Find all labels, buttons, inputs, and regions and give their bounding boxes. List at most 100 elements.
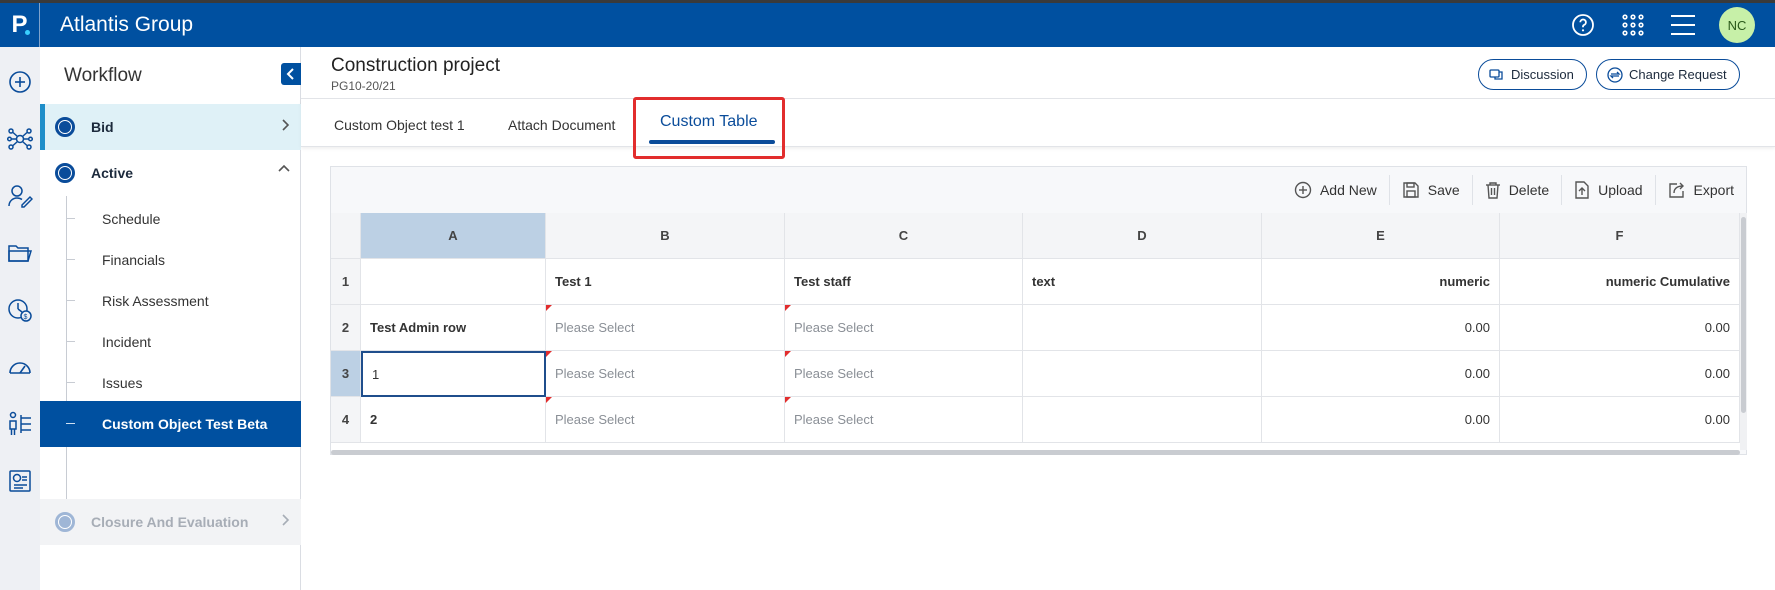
sidebar-item-schedule[interactable]: Schedule (40, 196, 301, 242)
stage-label: Closure And Evaluation (91, 514, 249, 530)
network-icon[interactable] (6, 126, 34, 152)
column-header-b[interactable]: B (546, 213, 785, 259)
export-button[interactable]: Export (1654, 175, 1746, 205)
stage-bid[interactable]: Bid (40, 104, 301, 150)
stage-status-icon (55, 117, 75, 137)
column-header-c[interactable]: C (785, 213, 1023, 259)
page-header: Construction project PG10-20/21 Discussi… (301, 47, 1775, 99)
table-cell[interactable]: 0.00 (1500, 397, 1740, 443)
sidebar-item-risk-assessment[interactable]: Risk Assessment (40, 278, 301, 324)
select-cell[interactable]: Please Select (546, 351, 785, 397)
folder-icon[interactable] (7, 240, 33, 266)
chevron-right-icon (282, 119, 290, 131)
select-cell[interactable]: Please Select (546, 397, 785, 443)
sidebar-item-label: Custom Object Test Beta (102, 416, 268, 432)
add-new-button[interactable]: Add New (1282, 175, 1389, 205)
upload-button[interactable]: Upload (1561, 175, 1654, 205)
logo-letter: P (11, 11, 28, 38)
upload-label: Upload (1598, 182, 1643, 198)
save-button[interactable]: Save (1388, 175, 1472, 205)
table-cell[interactable]: Test Admin row (361, 305, 546, 351)
icon-rail: $ (0, 47, 40, 590)
swap-icon (1607, 66, 1623, 83)
table-toolbar: Add New Save Delete Upload Export (331, 167, 1746, 213)
user-edit-icon[interactable] (7, 183, 34, 209)
sidebar-item-label: Schedule (102, 211, 161, 227)
avatar[interactable]: NC (1719, 7, 1755, 43)
table-cell[interactable]: 0.00 (1262, 305, 1500, 351)
table-cell[interactable]: 0.00 (1262, 397, 1500, 443)
workflow-title: Workflow (64, 65, 142, 86)
sidebar-item-label: Issues (102, 375, 143, 391)
menu-icon[interactable] (1669, 11, 1697, 39)
stage-label: Bid (91, 119, 114, 135)
column-header-f[interactable]: F (1500, 213, 1740, 259)
select-cell[interactable]: Please Select (546, 305, 785, 351)
table-cell[interactable]: 0.00 (1500, 305, 1740, 351)
finance-icon[interactable]: $ (7, 297, 33, 323)
row-header-3[interactable]: 3 (331, 351, 361, 397)
sidebar-item-issues[interactable]: Issues (40, 360, 301, 406)
app-title: Atlantis Group (60, 13, 194, 36)
horizontal-scrollbar[interactable] (331, 450, 1740, 455)
row-header-1[interactable]: 1 (331, 259, 361, 305)
table-cell[interactable] (361, 259, 546, 305)
page-title: Construction project (331, 55, 500, 76)
sidebar-item-incident[interactable]: Incident (40, 319, 301, 365)
speedometer-icon[interactable] (7, 354, 33, 380)
select-cell[interactable]: Please Select (785, 305, 1023, 351)
app-logo[interactable]: P (0, 3, 40, 47)
table-cell[interactable]: 0.00 (1262, 351, 1500, 397)
report-icon[interactable] (7, 468, 33, 494)
tab-attach-document[interactable]: Attach Document (508, 117, 615, 133)
help-icon[interactable] (1569, 11, 1597, 39)
stage-closure-and-evaluation[interactable]: Closure And Evaluation (40, 499, 301, 545)
table-cell[interactable] (1023, 397, 1262, 443)
delete-label: Delete (1508, 182, 1550, 198)
table-cell[interactable]: text (1023, 259, 1262, 305)
collapse-panel-button[interactable] (281, 63, 301, 85)
corner-cell[interactable] (331, 213, 361, 259)
stage-active[interactable]: Active (40, 150, 301, 196)
table-cell[interactable]: numeric Cumulative (1500, 259, 1740, 305)
highlight-box (633, 97, 785, 159)
sidebar-item-custom-object-test-beta[interactable]: Custom Object Test Beta (40, 401, 301, 447)
change-request-label: Change Request (1629, 67, 1727, 82)
scrollbar-thumb[interactable] (1741, 217, 1746, 413)
spreadsheet: A B C D E F 1 Test 1 Test staff text num… (331, 213, 1740, 450)
chat-icon (1489, 68, 1503, 80)
delete-button[interactable]: Delete (1471, 175, 1561, 205)
discussion-button[interactable]: Discussion (1478, 59, 1587, 90)
active-table-cell[interactable]: 1 (361, 351, 546, 397)
export-icon (1668, 182, 1684, 198)
add-circle-icon (1294, 181, 1312, 199)
table-cell[interactable]: 2 (361, 397, 546, 443)
table-cell[interactable] (1023, 351, 1262, 397)
chevron-left-icon (286, 68, 294, 80)
column-header-a[interactable]: A (361, 213, 546, 259)
row-header-4[interactable]: 4 (331, 397, 361, 443)
column-header-e[interactable]: E (1262, 213, 1500, 259)
export-label: Export (1693, 182, 1734, 198)
table-cell[interactable]: 0.00 (1500, 351, 1740, 397)
table-cell[interactable]: numeric (1262, 259, 1500, 305)
table-cell[interactable]: Test 1 (546, 259, 785, 305)
table-cell[interactable] (1023, 305, 1262, 351)
sidebar-item-financials[interactable]: Financials (40, 237, 301, 283)
select-cell[interactable]: Please Select (785, 397, 1023, 443)
people-hierarchy-icon[interactable] (7, 411, 33, 437)
upload-icon (1575, 181, 1589, 199)
stage-label: Active (91, 165, 134, 181)
save-label: Save (1427, 182, 1460, 198)
apps-grid-icon[interactable] (1619, 11, 1647, 39)
column-header-d[interactable]: D (1023, 213, 1262, 259)
add-circle-icon[interactable] (7, 69, 33, 95)
table-cell[interactable]: Test staff (785, 259, 1023, 305)
vertical-scrollbar[interactable] (1740, 213, 1747, 450)
row-header-2[interactable]: 2 (331, 305, 361, 351)
tab-custom-object-test-1[interactable]: Custom Object test 1 (334, 117, 465, 133)
select-cell[interactable]: Please Select (785, 351, 1023, 397)
chevron-right-icon (282, 514, 290, 526)
change-request-button[interactable]: Change Request (1596, 59, 1740, 90)
discussion-label: Discussion (1511, 67, 1574, 82)
